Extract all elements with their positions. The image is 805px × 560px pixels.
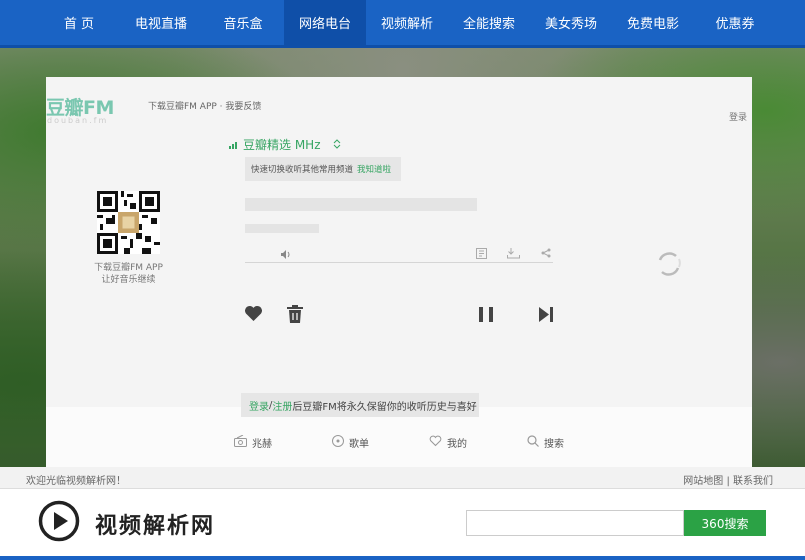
channel-selector[interactable]: 豆瓣精选 MHz (229, 136, 341, 153)
artist-placeholder (245, 224, 319, 233)
player-bottom-tabs: 兆赫 歌单 我的 搜索 (234, 434, 564, 450)
song-title-placeholder (245, 198, 477, 211)
tip-register-link[interactable]: 注册 (272, 398, 292, 413)
play-logo-icon[interactable] (38, 500, 80, 542)
login-save-history-tip: 登录 / 注册 后豆瓣FM将永久保留你的收听历史与喜好 (241, 393, 479, 417)
qr-caption-slogan: 让好音乐继续 (101, 275, 156, 285)
tab-playlist-label: 歌单 (349, 439, 369, 450)
tab-mine[interactable]: 我的 (429, 435, 527, 450)
pause-icon[interactable] (479, 307, 494, 325)
contact-link[interactable]: 联系我们 (733, 476, 773, 487)
nav-item-coupons[interactable]: 优惠券 (694, 0, 776, 45)
channel-name: 豆瓣精选 MHz (243, 138, 321, 152)
trash-icon[interactable] (287, 305, 303, 326)
footer-divider: | (723, 476, 733, 487)
tip-login-link[interactable]: 登录 (249, 398, 269, 413)
nav-item-video-parse[interactable]: 视频解析 (366, 0, 448, 45)
sitemap-link[interactable]: 网站地图 (683, 476, 723, 487)
top-nav: 首 页 电视直播 音乐盒 网络电台 视频解析 全能搜索 美女秀场 免费电影 优惠… (0, 0, 805, 48)
nav-item-free-movies[interactable]: 免费电影 (612, 0, 694, 45)
nav-item-home[interactable]: 首 页 (38, 0, 120, 45)
welcome-text: 欢迎光临视频解析网！ (26, 476, 126, 487)
douban-fm-logo-sub: douban.fm (47, 116, 109, 125)
tab-mhz[interactable]: 兆赫 (234, 434, 332, 450)
heart-outline-icon (429, 435, 442, 450)
download-feedback-links[interactable]: 下载豆瓣FM APP · 我要反馈 (148, 99, 261, 112)
footer-bar: 欢迎光临视频解析网！ 网站地图 | 联系我们 (0, 467, 805, 489)
radio-icon (234, 434, 247, 450)
bottom-accent-line (0, 556, 805, 560)
tip-dismiss-link[interactable]: 我知道啦 (357, 163, 391, 175)
nav-item-web-radio[interactable]: 网络电台 (284, 0, 366, 45)
heart-icon[interactable] (244, 305, 263, 325)
tab-playlist[interactable]: 歌单 (332, 435, 429, 450)
disc-icon (332, 435, 344, 450)
search-button[interactable]: 360搜索 (684, 510, 766, 536)
tab-search[interactable]: 搜索 (527, 435, 564, 450)
site-title[interactable]: 视频解析网 (95, 508, 215, 540)
qr-code (97, 191, 160, 254)
search-input[interactable] (466, 510, 684, 536)
nav-item-all-search[interactable]: 全能搜索 (448, 0, 530, 45)
signal-icon (229, 138, 239, 152)
progress-bar[interactable] (245, 262, 553, 263)
lyrics-icon[interactable] (476, 248, 487, 262)
login-link[interactable]: 登录 (729, 110, 747, 123)
next-track-icon[interactable] (539, 307, 553, 325)
channel-switch-tip: 快速切换收听其他常用频道 我知道啦 (245, 157, 401, 181)
volume-icon[interactable] (281, 250, 292, 262)
tab-search-label: 搜索 (544, 439, 564, 450)
loading-spinner-icon (656, 251, 682, 277)
tab-mhz-label: 兆赫 (252, 439, 272, 450)
chevron-updown-icon (333, 138, 341, 152)
nav-item-tv-live[interactable]: 电视直播 (120, 0, 202, 45)
nav-item-beauty-show[interactable]: 美女秀场 (530, 0, 612, 45)
tab-mine-label: 我的 (447, 439, 467, 450)
nav-item-music-box[interactable]: 音乐盒 (202, 0, 284, 45)
tip-text: 快速切换收听其他常用频道 (251, 165, 354, 175)
share-icon[interactable] (541, 248, 551, 261)
footer-links: 网站地图 | 联系我们 (683, 472, 773, 487)
download-icon[interactable] (507, 247, 520, 262)
search-icon (527, 435, 539, 450)
tip-save-text: 后豆瓣FM将永久保留你的收听历史与喜好 (292, 401, 477, 413)
